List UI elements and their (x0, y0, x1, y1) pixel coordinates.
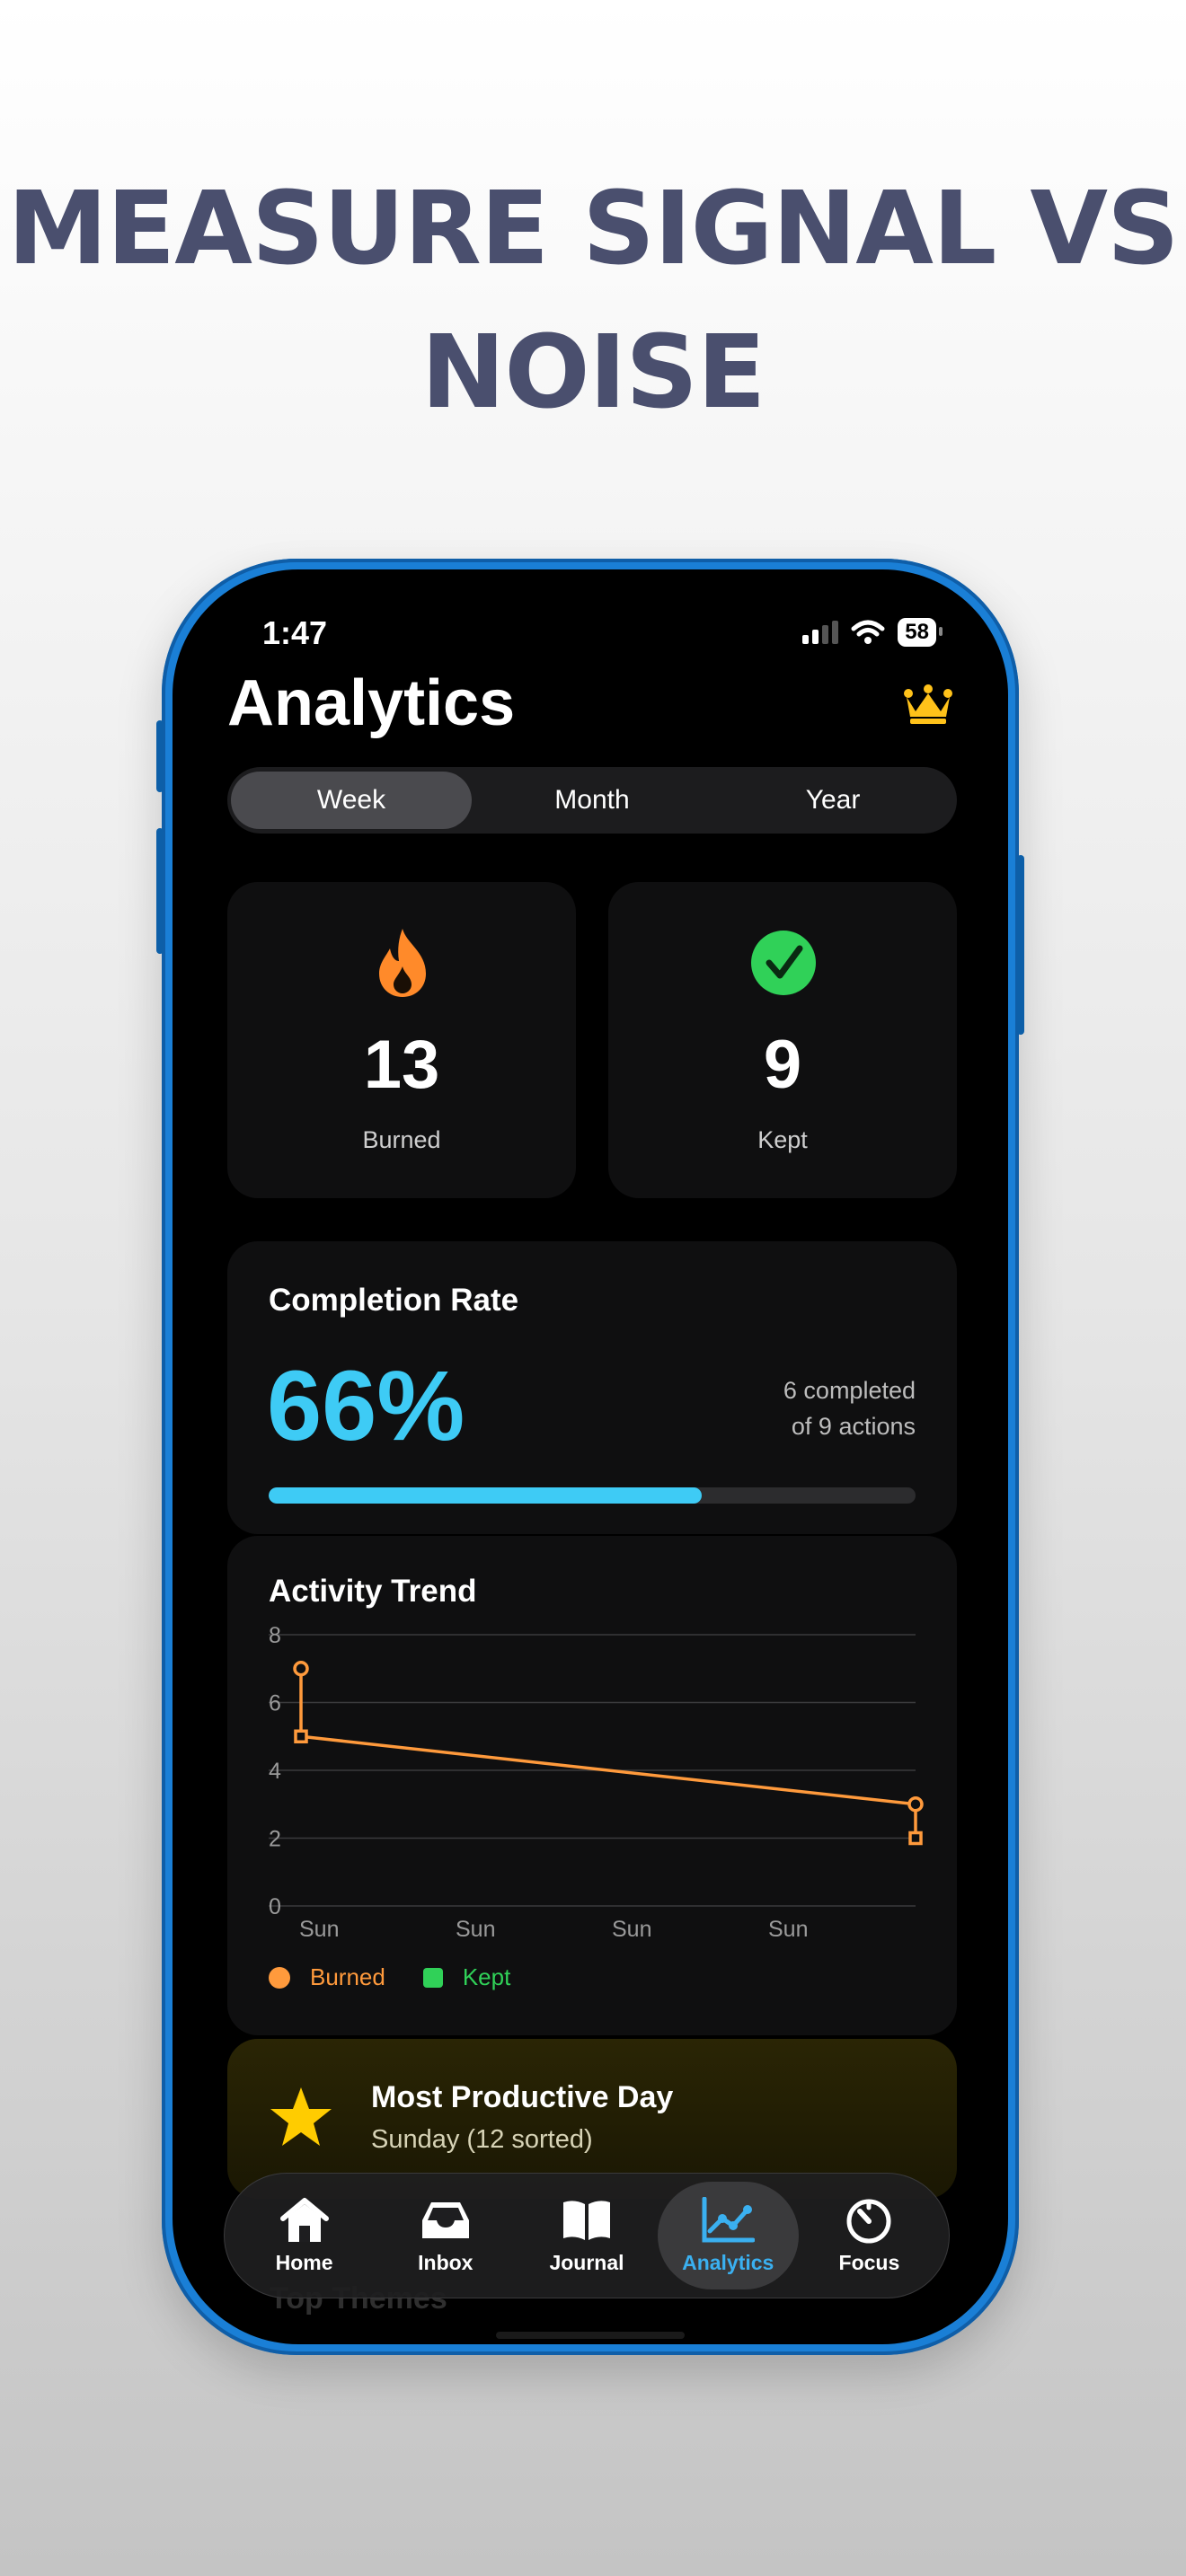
burned-count: 13 (363, 1027, 440, 1103)
star-icon (270, 2087, 332, 2146)
crown-icon[interactable] (903, 684, 953, 726)
tab-analytics[interactable]: Analytics (657, 2182, 799, 2289)
x-tick-label: Sun (612, 1917, 651, 1942)
most-productive-day-value: Sunday (12 sorted) (371, 2125, 593, 2154)
tab-inbox-label: Inbox (418, 2250, 474, 2274)
completion-progress-bar (269, 1487, 916, 1504)
burned-point (293, 1661, 309, 1677)
completion-rate-card: Completion Rate 66% 6 completed of 9 act… (227, 1241, 957, 1534)
page-title: Analytics (227, 667, 516, 739)
chart-legend: Burned Kept (269, 1963, 510, 1991)
burned-label: Burned (362, 1126, 441, 1153)
most-productive-day-title: Most Productive Day (371, 2080, 674, 2114)
x-tick-label: Sun (299, 1917, 339, 1942)
tab-bar: Home Inbox Journal Analytics Focus (224, 2173, 950, 2298)
home-indicator (496, 2332, 685, 2339)
kept-count: 9 (763, 1027, 802, 1103)
kept-stat-card: 9 Kept (608, 882, 957, 1198)
status-bar: 1:47 58 (173, 614, 1008, 668)
x-tick-label: Sun (456, 1917, 495, 1942)
flame-icon (379, 929, 426, 997)
completion-percent: 66% (267, 1351, 465, 1461)
tab-inbox[interactable]: Inbox (375, 2182, 516, 2289)
y-tick-label: 6 (269, 1691, 281, 1716)
tab-focus-label: Focus (838, 2250, 900, 2274)
completion-detail: 6 completed of 9 actions (783, 1372, 916, 1444)
kept-label: Kept (757, 1126, 808, 1153)
book-icon (563, 2200, 610, 2240)
tab-home-label: Home (275, 2250, 333, 2274)
tab-journal[interactable]: Journal (516, 2182, 657, 2289)
tab-focus[interactable]: Focus (799, 2182, 940, 2289)
activity-trend-card: Activity Trend 0 2 4 6 8 Sun Sun Sun Sun Burned … (227, 1536, 957, 2035)
segment-month[interactable]: Month (472, 772, 712, 829)
segment-week[interactable]: Week (231, 772, 472, 829)
y-tick-label: 8 (269, 1623, 281, 1648)
chart-line-icon (702, 2196, 756, 2242)
status-time: 1:47 (262, 614, 328, 651)
phone-screen: 1:47 58 Analytics Week Month Year 13 Bur… (173, 569, 1008, 2344)
battery-indicator: 58 (898, 618, 943, 647)
wifi-icon (851, 620, 885, 644)
kept-point (294, 1729, 308, 1743)
segment-year[interactable]: Year (712, 772, 953, 829)
volume-up-button (156, 828, 164, 954)
timer-icon (846, 2199, 891, 2243)
tab-home[interactable]: Home (234, 2182, 375, 2289)
phone-frame: 1:47 58 Analytics Week Month Year 13 Bur… (156, 559, 1024, 2355)
completion-progress-fill (269, 1487, 703, 1504)
power-button (1017, 855, 1024, 1035)
legend-burned-label: Burned (310, 1963, 385, 1990)
completion-detail-line-2: of 9 actions (791, 1413, 916, 1440)
burned-point (907, 1796, 924, 1813)
period-segmented-control: Week Month Year (227, 767, 957, 834)
tab-analytics-label: Analytics (682, 2250, 774, 2274)
x-tick-label: Sun (768, 1917, 808, 1942)
y-tick-label: 2 (269, 1827, 281, 1852)
cellular-signal-icon (802, 621, 839, 644)
headline-line-1: MEASURE SIGNAL VS (7, 171, 1179, 287)
legend-kept-swatch (422, 1967, 443, 1988)
completion-detail-line-1: 6 completed (783, 1377, 916, 1404)
legend-burned-swatch (269, 1966, 290, 1989)
completion-rate-title: Completion Rate (269, 1283, 519, 1318)
y-tick-label: 0 (269, 1894, 281, 1919)
silent-switch (156, 720, 164, 792)
status-icons: 58 (802, 618, 943, 647)
burned-stat-card: 13 Burned (227, 882, 576, 1198)
house-icon (279, 2197, 329, 2242)
y-tick-label: 4 (269, 1759, 281, 1784)
kept-point (908, 1831, 923, 1846)
marketing-headline: MEASURE SIGNAL VS NOISE (0, 157, 1186, 445)
legend-kept-label: Kept (462, 1963, 511, 1990)
checkmark-circle-icon (751, 931, 816, 995)
headline-line-2: NOISE (420, 314, 766, 431)
activity-trend-chart: 0 2 4 6 8 Sun Sun Sun Sun (269, 1623, 924, 1942)
tray-icon (421, 2201, 469, 2238)
tab-journal-label: Journal (549, 2250, 624, 2274)
